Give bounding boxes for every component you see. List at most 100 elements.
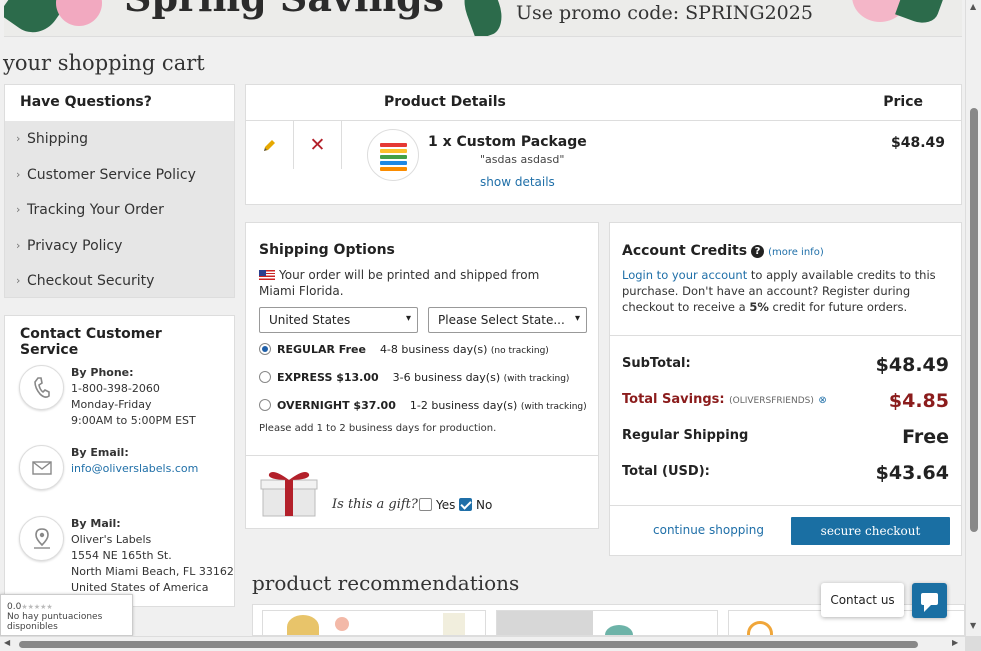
help-link-privacy-policy[interactable]: › Privacy Policy (5, 231, 234, 267)
close-icon: ✕ (309, 134, 326, 156)
login-account-link[interactable]: Login to your account (622, 268, 747, 282)
gift-no-label: No (476, 498, 493, 512)
country-select-value: United States (269, 313, 351, 327)
divider (246, 455, 598, 456)
us-flag-icon (259, 270, 275, 280)
help-link-tracking-your-order[interactable]: › Tracking Your Order (5, 195, 234, 231)
shipping-options-title: Shipping Options (259, 242, 395, 258)
question-icon[interactable]: ? (751, 245, 765, 258)
phone-days: Monday-Friday (71, 398, 152, 411)
product-thumbnail[interactable] (367, 129, 419, 181)
shipping-option-express[interactable]: EXPRESS $13.00 3-6 business day(s) (with… (259, 371, 569, 384)
checkbox-unchecked[interactable] (419, 498, 432, 511)
envelope-icon (19, 445, 64, 490)
gift-box-icon (260, 472, 318, 517)
savings-label: Total Savings: (622, 392, 725, 407)
shipping-options-panel: Shipping Options Your order will be prin… (245, 222, 599, 529)
rating-badge[interactable]: 0.0★★★★★ No hay puntuaciones disponibles (0, 594, 133, 636)
banner-promo-code: Use promo code: SPRING2025 (516, 2, 813, 24)
help-link-shipping[interactable]: › Shipping (5, 124, 234, 160)
radio-unselected[interactable] (259, 399, 271, 411)
total-value: $43.64 (875, 462, 949, 484)
shipping-option-time: 1-2 business day(s) (409, 399, 518, 412)
promo-banner[interactable]: Spring Savings Use promo code: SPRING202… (4, 0, 962, 37)
credits-description-end: credit for future orders. (768, 300, 908, 314)
country-select[interactable]: United States ▾ (259, 307, 418, 333)
shipping-option-overnight[interactable]: OVERNIGHT $37.00 1-2 business day(s) (wi… (259, 399, 587, 412)
help-link-label: Privacy Policy (27, 237, 123, 254)
credit-percent: 5% (749, 300, 769, 314)
horizontal-scrollbar-thumb[interactable] (19, 641, 918, 648)
checkbox-checked[interactable] (459, 498, 472, 511)
have-questions-panel: Have Questions? › Shipping › Customer Serv… (4, 84, 235, 298)
recommendations-title: product recommendations (252, 571, 520, 595)
gift-yes-label: Yes (436, 498, 456, 512)
mail-line: 1554 NE 165th St. (71, 549, 172, 562)
star-rating-icon: ★★★★★ (21, 603, 53, 611)
help-links-list: › Shipping › Customer Service Policy › Trac… (5, 121, 234, 297)
recommendation-card[interactable] (496, 610, 718, 636)
recommendation-card[interactable] (262, 610, 486, 636)
continue-shopping-link[interactable]: continue shopping (653, 523, 764, 537)
help-link-label: Tracking Your Order (27, 202, 164, 218)
remove-promo-icon[interactable]: ⊗ (818, 395, 826, 406)
chevron-down-icon: ▾ (405, 313, 411, 324)
more-info-link[interactable]: (more info) (768, 247, 824, 258)
divider (610, 335, 961, 336)
radio-selected[interactable] (259, 343, 271, 355)
edit-item-button[interactable] (246, 121, 294, 169)
leaf-decoration (457, 0, 509, 36)
pencil-icon (264, 139, 275, 151)
state-select-value: Please Select State... (438, 313, 565, 327)
production-time-note: Please add 1 to 2 business days for prod… (259, 423, 497, 434)
gift-no-option[interactable]: No (459, 498, 492, 512)
mail-title: By Mail: (71, 517, 121, 530)
page-title: your shopping cart (3, 51, 205, 75)
gift-yes-option[interactable]: Yes (419, 498, 455, 512)
radio-unselected[interactable] (259, 371, 271, 383)
secure-checkout-button[interactable]: secure checkout (791, 517, 950, 545)
price-header: Price (883, 94, 923, 110)
contact-header: Contact Customer Service (20, 326, 162, 358)
account-credits-text: Login to your account to apply available… (622, 267, 952, 315)
product-details-header: Product Details (384, 94, 506, 110)
email-link[interactable]: info@oliverslabels.com (71, 462, 198, 475)
scroll-down-icon[interactable]: ▼ (970, 621, 976, 630)
vertical-scrollbar[interactable]: ▲ ▼ (965, 0, 981, 636)
scroll-left-icon[interactable]: ◀ (4, 638, 10, 647)
scroll-right-icon[interactable]: ▶ (952, 638, 958, 647)
show-details-link[interactable]: show details (480, 175, 555, 189)
horizontal-scrollbar[interactable]: ◀ ▶ (0, 636, 981, 651)
help-link-checkout-security[interactable]: › Checkout Security (5, 266, 234, 302)
cart-item-row: ✕ 1 x Custom Package "asdas asdasd" show… (246, 121, 961, 205)
leaf-decoration (895, 0, 943, 28)
shipping-value: Free (902, 426, 949, 448)
account-credits-title: Account Credits (622, 243, 748, 259)
remove-item-button[interactable]: ✕ (294, 121, 342, 169)
map-pin-icon (19, 516, 64, 561)
contact-us-bubble[interactable]: Contact us (821, 583, 904, 617)
shipping-option-regular[interactable]: REGULAR Free 4-8 business day(s) (no tra… (259, 343, 549, 356)
shipping-option-tracking: (with tracking) (503, 374, 570, 384)
chevron-right-icon: › (16, 274, 21, 287)
help-link-label: Checkout Security (27, 273, 155, 289)
rating-score: 0.0 (7, 602, 22, 612)
shipping-label: Regular Shipping (622, 428, 749, 443)
help-link-customer-service-policy[interactable]: › Customer Service Policy (5, 160, 234, 196)
cart-items-panel: Product Details Price ✕ 1 x Custom Packa… (245, 84, 962, 205)
total-label: Total (USD): (622, 464, 710, 479)
scroll-up-icon[interactable]: ▲ (970, 2, 976, 11)
phone-number[interactable]: 1-800-398-2060 (71, 382, 160, 395)
shipping-option-name: EXPRESS $13.00 (277, 371, 379, 384)
chat-bubble-icon (921, 593, 938, 612)
flower-decoration (56, 0, 102, 26)
state-select[interactable]: Please Select State... ▾ (428, 307, 587, 333)
email-title: By Email: (71, 446, 129, 459)
chat-button[interactable] (912, 583, 947, 618)
banner-headline: Spring Savings (124, 0, 444, 20)
phone-title: By Phone: (71, 366, 134, 379)
chevron-down-icon: ▾ (574, 313, 580, 324)
mail-line: North Miami Beach, FL 33162 (71, 565, 234, 578)
gift-question: Is this a gift? (332, 497, 418, 512)
vertical-scrollbar-thumb[interactable] (970, 108, 978, 532)
